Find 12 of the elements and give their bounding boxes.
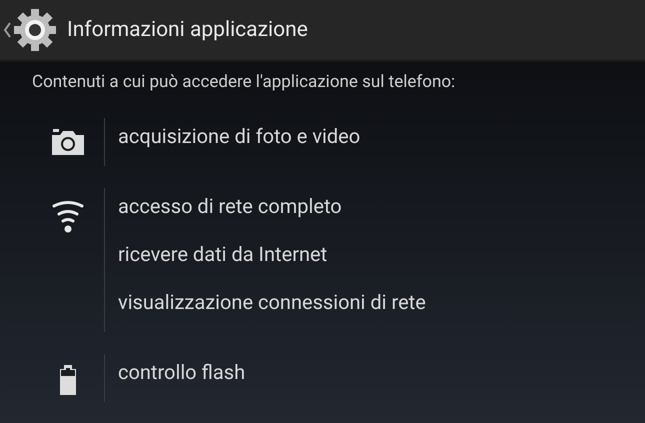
wifi-icon: [51, 198, 85, 234]
battery-icon: [58, 364, 78, 396]
subtitle: Contenuti a cui può accedere l'applicazione sul telefono:: [32, 72, 456, 92]
permission-item: acquisizione di foto e video: [118, 123, 360, 150]
window-title: Informazioni applicazione: [67, 18, 308, 42]
back-icon[interactable]: [3, 22, 11, 38]
permission-item: accesso di rete completo: [118, 193, 343, 220]
camera-icon: [50, 128, 86, 156]
settings-icon[interactable]: [13, 8, 57, 52]
permission-item: ricevere dati da Internet: [118, 241, 328, 268]
permission-item: visualizzazione connessioni di rete: [118, 289, 426, 316]
permission-item: controllo flash: [118, 359, 246, 386]
